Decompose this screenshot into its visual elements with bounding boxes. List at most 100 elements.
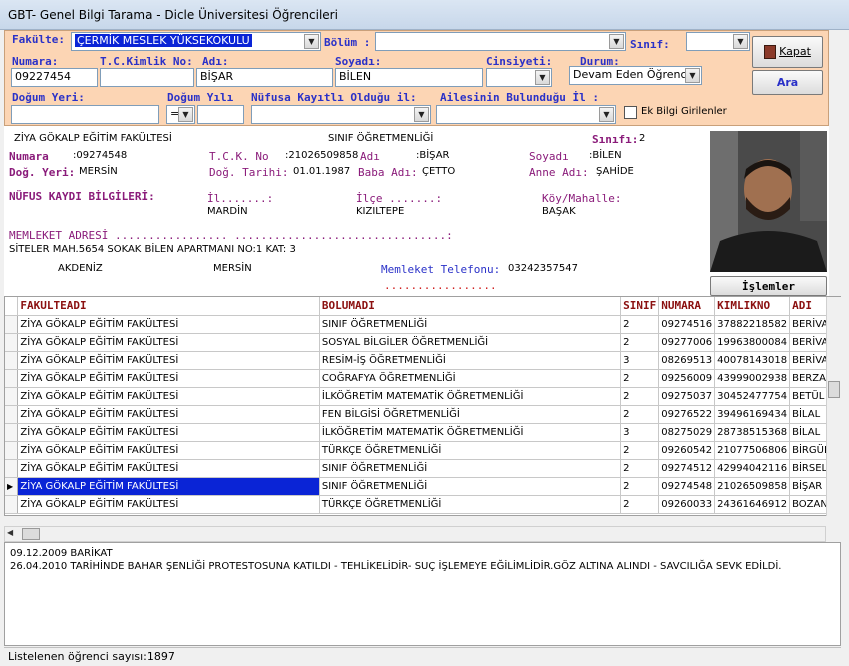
table-cell[interactable]: 37882218582 [714, 315, 791, 334]
table-cell[interactable]: 21026509858 [714, 477, 791, 496]
durum-combo[interactable]: Devam Eden Öğrenci ▼ [569, 66, 702, 85]
table-cell[interactable]: 09260033 [658, 495, 716, 514]
row-indicator[interactable] [5, 441, 19, 460]
table-cell[interactable]: ZİYA GÖKALP EĞİTİM FAKÜLTESİ [17, 423, 320, 442]
fakulte-combo[interactable]: ÇERMİK MESLEK YÜKSEKOKULU ▼ [71, 32, 321, 51]
table-cell[interactable]: TÜRKÇE ÖĞRETMENLİĞİ [319, 495, 622, 514]
table-cell[interactable]: 2 [620, 333, 660, 352]
nufus-il-combo[interactable]: ▼ [251, 105, 431, 124]
table-cell[interactable]: SINIF ÖĞRETMENLİĞİ [319, 315, 622, 334]
row-indicator[interactable] [5, 495, 19, 514]
notes-box[interactable]: 09.12.2009 BARİKAT 26.04.2010 TARİHİNDE … [4, 542, 841, 646]
table-cell[interactable]: 09274548 [658, 477, 716, 496]
table-cell[interactable]: 2 [620, 405, 660, 424]
col-header[interactable]: NUMARA [658, 297, 716, 316]
table-cell[interactable]: 08269513 [658, 351, 716, 370]
table-cell[interactable]: FEN BİLGİSİ ÖĞRETMENLİĞİ [319, 405, 622, 424]
table-cell[interactable]: TÜRKÇE ÖĞRETMENLİĞİ [319, 441, 622, 460]
table-cell[interactable]: 2 [620, 441, 660, 460]
table-cell[interactable]: RESİM-İŞ ÖĞRETMENLİĞİ [319, 351, 622, 370]
table-cell[interactable]: ZİYA GÖKALP EĞİTİM FAKÜLTESİ [17, 495, 320, 514]
dogum-yeri-input[interactable] [11, 105, 159, 124]
col-header[interactable]: SINIF [620, 297, 660, 316]
ara-button[interactable]: Ara [752, 70, 823, 95]
table-cell[interactable]: 2 [620, 459, 660, 478]
table-cell[interactable]: 24361646912 [714, 495, 791, 514]
scroll-left-icon[interactable]: ◀ [7, 528, 16, 540]
row-indicator[interactable] [5, 405, 19, 424]
table-row[interactable]: ZİYA GÖKALP EĞİTİM FAKÜLTESİ TÜRKÇE ÖĞRET… [5, 495, 840, 514]
chevron-down-icon[interactable]: ▼ [535, 70, 550, 85]
row-indicator[interactable] [5, 351, 19, 370]
table-horizontal-scrollbar[interactable]: ◀ [4, 526, 826, 542]
chevron-down-icon[interactable]: ▼ [609, 34, 624, 49]
table-row[interactable]: ZİYA GÖKALP EĞİTİM FAKÜLTESİ İLKÖĞRETİM M… [5, 387, 840, 406]
table-cell[interactable]: 09274516 [658, 315, 716, 334]
table-cell[interactable]: ZİYA GÖKALP EĞİTİM FAKÜLTESİ [17, 459, 320, 478]
table-cell[interactable]: ZİYA GÖKALP EĞİTİM FAKÜLTESİ [17, 333, 320, 352]
table-cell[interactable]: 19963800084 [714, 333, 791, 352]
table-row[interactable]: ZİYA GÖKALP EĞİTİM FAKÜLTESİ SINIF ÖĞRETM… [5, 315, 840, 334]
col-header[interactable]: FAKULTEADI [17, 297, 320, 316]
numara-input[interactable]: 09227454 [11, 68, 98, 87]
vertical-scroll-thumb[interactable] [828, 381, 840, 398]
table-cell[interactable]: İLKÖĞRETİM MATEMATİK ÖĞRETMENLİĞİ [319, 387, 622, 406]
adi-input[interactable]: BİŞAR [196, 68, 333, 87]
row-indicator[interactable]: ▶ [5, 477, 19, 496]
table-cell[interactable]: 3 [620, 351, 660, 370]
row-indicator[interactable] [5, 369, 19, 388]
table-cell[interactable]: 2 [620, 495, 660, 514]
table-cell[interactable]: SOSYAL BİLGİLER ÖĞRETMENLİĞİ [319, 333, 622, 352]
row-indicator[interactable] [5, 459, 19, 478]
table-row[interactable]: ZİYA GÖKALP EĞİTİM FAKÜLTESİ İLKÖĞRETİM M… [5, 423, 840, 442]
chevron-down-icon[interactable]: ▼ [414, 107, 429, 122]
chevron-down-icon[interactable]: ▼ [178, 107, 193, 122]
chevron-down-icon[interactable]: ▼ [685, 68, 700, 83]
row-indicator[interactable] [5, 333, 19, 352]
col-header[interactable]: BOLUMADI [319, 297, 622, 316]
table-cell[interactable]: ZİYA GÖKALP EĞİTİM FAKÜLTESİ [17, 477, 320, 496]
table-cell[interactable]: ZİYA GÖKALP EĞİTİM FAKÜLTESİ [17, 351, 320, 370]
aile-il-combo[interactable]: ▼ [436, 105, 616, 124]
tc-input[interactable] [100, 68, 194, 87]
table-cell[interactable]: 28738515368 [714, 423, 791, 442]
kapat-button[interactable]: Kapat [752, 36, 823, 68]
dogum-yili-input[interactable] [197, 105, 244, 124]
table-cell[interactable]: 09260542 [658, 441, 716, 460]
soyadi-input[interactable]: BİLEN [335, 68, 483, 87]
table-cell[interactable]: 21077506806 [714, 441, 791, 460]
table-cell[interactable]: 3 [620, 423, 660, 442]
table-row[interactable]: ZİYA GÖKALP EĞİTİM FAKÜLTESİ SINIF ÖĞRETM… [5, 459, 840, 478]
chevron-down-icon[interactable]: ▼ [733, 34, 748, 49]
table-row[interactable]: ZİYA GÖKALP EĞİTİM FAKÜLTESİ FEN BİLGİSİ … [5, 405, 840, 424]
table-cell[interactable]: İLKÖĞRETİM MATEMATİK ÖĞRETMENLİĞİ [319, 423, 622, 442]
row-indicator[interactable] [5, 387, 19, 406]
table-cell[interactable]: ZİYA GÖKALP EĞİTİM FAKÜLTESİ [17, 441, 320, 460]
table-cell[interactable]: ZİYA GÖKALP EĞİTİM FAKÜLTESİ [17, 369, 320, 388]
ek-bilgi-checkbox[interactable] [624, 106, 637, 119]
row-indicator[interactable] [5, 315, 19, 334]
table-row[interactable]: ZİYA GÖKALP EĞİTİM FAKÜLTESİ SOSYAL BİLGİ… [5, 333, 840, 352]
table-cell[interactable]: 2 [620, 315, 660, 334]
table-cell[interactable]: 08275029 [658, 423, 716, 442]
table-cell[interactable]: 43999002938 [714, 369, 791, 388]
table-cell[interactable]: 39496169434 [714, 405, 791, 424]
table-row[interactable]: ZİYA GÖKALP EĞİTİM FAKÜLTESİ TÜRKÇE ÖĞRET… [5, 441, 840, 460]
table-cell[interactable]: SINIF ÖĞRETMENLİĞİ [319, 459, 622, 478]
chevron-down-icon[interactable]: ▼ [304, 34, 319, 49]
table-cell[interactable]: 2 [620, 387, 660, 406]
table-cell[interactable]: 40078143018 [714, 351, 791, 370]
table-cell[interactable]: 2 [620, 477, 660, 496]
table-cell[interactable]: 42994042116 [714, 459, 791, 478]
table-cell[interactable]: 09277006 [658, 333, 716, 352]
table-cell[interactable]: 09274512 [658, 459, 716, 478]
dogum-yili-op-combo[interactable]: = ▼ [166, 105, 195, 124]
table-cell[interactable]: SINIF ÖĞRETMENLİĞİ [319, 477, 622, 496]
table-row[interactable]: ZİYA GÖKALP EĞİTİM FAKÜLTESİ COĞRAFYA ÖĞR… [5, 369, 840, 388]
sinif-combo[interactable]: ▼ [686, 32, 750, 51]
table-cell[interactable]: ZİYA GÖKALP EĞİTİM FAKÜLTESİ [17, 405, 320, 424]
table-row[interactable]: ZİYA GÖKALP EĞİTİM FAKÜLTESİ RESİM-İŞ ÖĞR… [5, 351, 840, 370]
table-cell[interactable]: 09276522 [658, 405, 716, 424]
col-header[interactable]: KIMLIKNO [714, 297, 791, 316]
table-cell[interactable]: ZİYA GÖKALP EĞİTİM FAKÜLTESİ [17, 387, 320, 406]
